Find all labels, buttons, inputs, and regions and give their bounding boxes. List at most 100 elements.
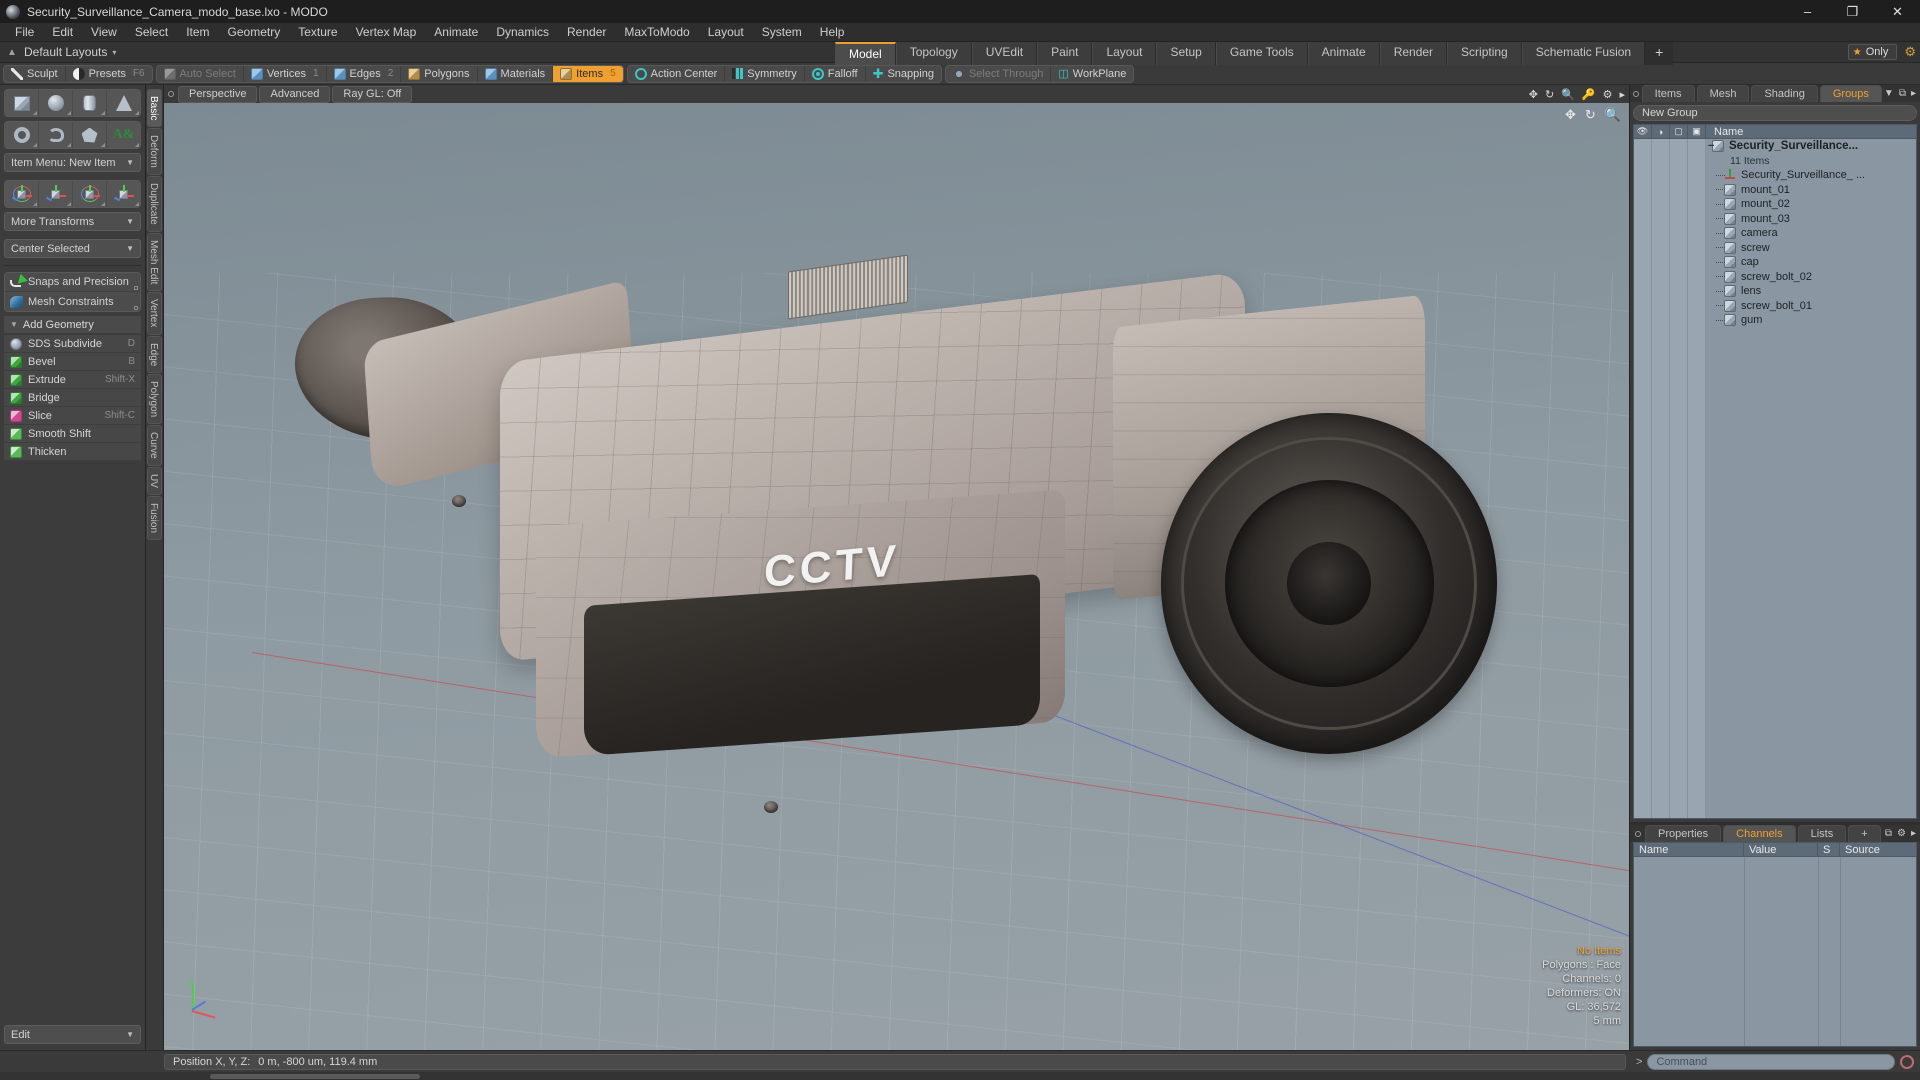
menu-item-animate[interactable]: Animate	[425, 23, 487, 42]
gear-icon[interactable]: ⚙	[1904, 44, 1916, 60]
new-group-button[interactable]: New Group	[1633, 105, 1917, 121]
layout-tab-model[interactable]: Model	[835, 42, 896, 65]
render-icon[interactable]: ◑	[1652, 125, 1670, 138]
mode-button-polygons[interactable]: Polygons	[401, 65, 478, 82]
tool-sds-subdivide[interactable]: SDS Subdivide D	[4, 335, 141, 353]
menu-item-geometry[interactable]: Geometry	[219, 23, 290, 42]
layout-tab-setup[interactable]: Setup	[1156, 42, 1216, 65]
tool-extrude[interactable]: Extrude Shift-X	[4, 371, 141, 389]
rotate-gizmo-button[interactable]	[39, 181, 72, 207]
vtab-vertex[interactable]: Vertex	[147, 292, 162, 335]
eye-icon[interactable]: 👁	[1634, 125, 1652, 138]
expand-icon[interactable]: ⧉	[1885, 828, 1892, 839]
mode-button-action-center[interactable]: Action Center	[628, 65, 726, 82]
arrow-right-icon[interactable]: ▸	[1911, 828, 1916, 839]
mode-button-items[interactable]: Items 5	[553, 65, 623, 82]
zoom-view-icon[interactable]: 🔍	[1561, 88, 1575, 101]
layout-tab-topology[interactable]: Topology	[895, 42, 972, 65]
gear-icon[interactable]: ⚙	[1897, 828, 1906, 839]
menu-item-item[interactable]: Item	[177, 23, 218, 42]
vtab-edge[interactable]: Edge	[147, 335, 162, 374]
tool-bevel[interactable]: Bevel B	[4, 353, 141, 371]
vtab-polygon[interactable]: Polygon	[147, 374, 162, 425]
transform-gizmo-button[interactable]	[107, 181, 140, 207]
menu-item-file[interactable]: File	[6, 23, 43, 42]
maximize-button[interactable]: ❐	[1830, 0, 1875, 23]
default-layouts-dropdown[interactable]: ▲ Default Layouts ▾	[0, 42, 240, 62]
gear-icon[interactable]: ⚙	[1603, 88, 1613, 101]
tree-row[interactable]: screw_bolt_01	[1634, 299, 1916, 314]
expand-icon[interactable]: ⧉	[1899, 88, 1906, 99]
panel-menu-dot-icon[interactable]	[1630, 825, 1645, 842]
vtab-deform[interactable]: Deform	[147, 128, 162, 176]
menu-item-layout[interactable]: Layout	[699, 23, 753, 42]
snaps-and-precision-button[interactable]: Snaps and Precision	[5, 273, 140, 292]
tab-shading[interactable]: Shading	[1751, 85, 1818, 102]
menu-item-edit[interactable]: Edit	[43, 23, 82, 42]
mode-button-symmetry[interactable]: Symmetry	[725, 65, 805, 82]
caret-down-icon[interactable]: ▼	[1884, 88, 1894, 99]
center-selected-dropdown[interactable]: Center Selected ▼	[4, 239, 141, 258]
polygon-primitive-button[interactable]	[73, 122, 106, 148]
vtab-fusion[interactable]: Fusion	[147, 495, 162, 540]
add-geometry-header[interactable]: ▼ Add Geometry	[4, 316, 141, 333]
pan-icon[interactable]: ✥	[1565, 107, 1576, 123]
minimize-button[interactable]: –	[1785, 0, 1830, 23]
menu-item-vertex-map[interactable]: Vertex Map	[347, 23, 426, 42]
mode-button-presets[interactable]: Presets F6	[66, 66, 152, 82]
mode-button-snapping[interactable]: ✚ Snapping	[866, 66, 941, 82]
menu-item-dynamics[interactable]: Dynamics	[487, 23, 558, 42]
viewport-menu-dot-icon[interactable]	[168, 91, 174, 97]
command-input[interactable]: Command	[1647, 1053, 1895, 1070]
move-view-icon[interactable]: ✥	[1529, 88, 1538, 101]
tree-row[interactable]: screw	[1634, 241, 1916, 256]
tool-slice[interactable]: Slice Shift-C	[4, 407, 141, 425]
tree-row[interactable]: mount_03	[1634, 212, 1916, 227]
layout-tab-animate[interactable]: Animate	[1307, 42, 1380, 65]
menu-item-system[interactable]: System	[753, 23, 811, 42]
add-layout-button[interactable]: +	[1645, 42, 1674, 65]
vtab-duplicate[interactable]: Duplicate	[147, 176, 162, 232]
mode-button-workplane[interactable]: ◫ WorkPlane	[1051, 66, 1133, 82]
menu-item-view[interactable]: View	[82, 23, 126, 42]
layout-tab-render[interactable]: Render	[1379, 42, 1448, 65]
wire-icon[interactable]: ▢	[1670, 125, 1688, 138]
panel-menu-dot-icon[interactable]	[1630, 85, 1642, 102]
tab--[interactable]: +	[1848, 825, 1881, 842]
tree-row[interactable]: screw_bolt_02	[1634, 270, 1916, 285]
channels-list[interactable]	[1633, 857, 1917, 1047]
group-tree[interactable]: − Security_Surveillance... 11 Items Securit…	[1633, 139, 1917, 819]
layout-tab-paint[interactable]: Paint	[1037, 42, 1093, 65]
item-menu-dropdown[interactable]: Item Menu: New Item ▼	[4, 153, 141, 172]
menu-item-select[interactable]: Select	[126, 23, 177, 42]
mode-button-select-through[interactable]: Select Through	[946, 65, 1052, 82]
tree-row[interactable]: mount_01	[1634, 183, 1916, 198]
more-transforms-dropdown[interactable]: More Transforms ▼	[4, 212, 141, 231]
tab-items[interactable]: Items	[1641, 85, 1695, 102]
vtab-uv[interactable]: UV	[147, 466, 162, 495]
sphere-primitive-button[interactable]	[39, 90, 72, 116]
mode-button-auto-select[interactable]: Auto Select	[157, 65, 244, 82]
menu-item-texture[interactable]: Texture	[289, 23, 346, 42]
tree-row-root[interactable]: − Security_Surveillance...	[1634, 139, 1916, 154]
tree-row[interactable]: Security_Surveillance_ ...	[1634, 168, 1916, 183]
tool-smooth-shift[interactable]: Smooth Shift	[4, 425, 141, 443]
torus-primitive-button[interactable]	[5, 122, 38, 148]
tab-lists[interactable]: Lists	[1797, 825, 1847, 842]
horizontal-scrollbar[interactable]	[0, 1072, 1920, 1080]
arrow-right-icon[interactable]: ▸	[1619, 88, 1625, 101]
tree-row[interactable]: camera	[1634, 226, 1916, 241]
vtab-curve[interactable]: Curve	[147, 425, 162, 466]
layout-tab-uvedit[interactable]: UVEdit	[971, 42, 1038, 65]
text-primitive-button[interactable]: A&	[107, 122, 140, 148]
menu-item-maxtomodo[interactable]: MaxToModo	[615, 23, 698, 42]
layout-tab-game-tools[interactable]: Game Tools	[1215, 42, 1308, 65]
scale-gizmo-button[interactable]	[73, 181, 106, 207]
options-dot-icon[interactable]	[134, 306, 138, 310]
viewport-tab-perspective[interactable]: Perspective	[178, 85, 258, 103]
scrollbar-thumb[interactable]	[210, 1073, 420, 1079]
spiral-primitive-button[interactable]	[39, 122, 72, 148]
mode-button-sculpt[interactable]: Sculpt	[4, 65, 66, 82]
layout-tab-scripting[interactable]: Scripting	[1447, 42, 1522, 65]
tree-row[interactable]: lens	[1634, 284, 1916, 299]
